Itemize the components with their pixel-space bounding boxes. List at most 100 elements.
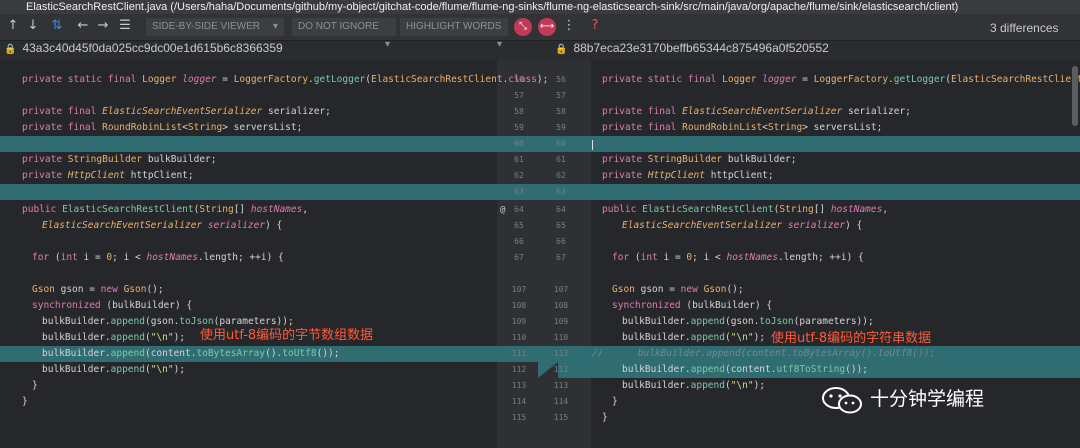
right-line-number: 58 [556, 107, 566, 116]
left-line-number: 110 [511, 333, 527, 342]
differences-count: 3 differences [990, 21, 1059, 35]
text-cursor [592, 140, 593, 150]
right-revision: 🔒 88b7eca23e3170beffb65344c875496a0f52055… [555, 40, 829, 56]
scrollbar-thumb[interactable] [1072, 66, 1078, 126]
right-code-115: } [602, 412, 608, 423]
left-line-number: 112 [511, 365, 527, 374]
right-code-112: bulkBuilder.append(content.utf8ToString(… [622, 364, 868, 375]
left-line-number: 61 [514, 155, 524, 164]
left-line-number: 113 [511, 381, 527, 390]
left-code-110: bulkBuilder.append("\n"); [42, 332, 186, 343]
right-line-number: 65 [556, 221, 566, 230]
right-line-number: 62 [556, 171, 566, 180]
left-line-number: 57 [514, 91, 524, 100]
left-line-number: 66 [514, 237, 524, 246]
right-code-114: } [612, 396, 618, 407]
left-code-61: private StringBuilder bulkBuilder; [22, 154, 217, 165]
left-code-111: bulkBuilder.append(content.toBytesArray(… [42, 348, 340, 359]
right-code-107: Gson gson = new Gson(); [612, 284, 744, 295]
back-arrow-icon[interactable]: ← [76, 18, 90, 34]
right-line-number: 59 [556, 123, 566, 132]
right-line-number: 64 [556, 205, 566, 214]
left-code-108: synchronized (bulkBuilder) { [32, 300, 193, 311]
right-line-number: 56 [556, 75, 566, 84]
list-icon[interactable]: ☰ [118, 18, 132, 34]
left-code-56: private static final Logger logger = Log… [22, 74, 549, 85]
right-code-56: private static final Logger logger = Log… [602, 74, 1080, 85]
left-line-number: 108 [511, 301, 527, 310]
left-code-59: private final RoundRobinList<String> ser… [22, 122, 303, 133]
highlight-dropdown[interactable]: HIGHLIGHT WORDS ▾ [400, 18, 508, 50]
highlight-label: HIGHLIGHT WORDS [406, 21, 502, 32]
changed-row-63 [0, 184, 1080, 200]
left-revision: 🔒 43a3c40d45f0da025cc9dc00e1d615b6c836635… [4, 40, 283, 56]
right-code-59: private final RoundRobinList<String> ser… [602, 122, 883, 133]
right-code-64: public ElasticSearchRestClient(String[] … [602, 204, 889, 215]
right-line-number: 113 [553, 349, 569, 358]
right-code-62: private HttpClient httpClient; [602, 170, 774, 181]
right-line-number: 112 [553, 365, 569, 374]
left-code-64: public ElasticSearchRestClient(String[] … [22, 204, 309, 215]
left-line-number: 62 [514, 171, 524, 180]
left-line-number: 115 [511, 413, 527, 422]
right-revision-hash: 88b7eca23e3170beffb65344c875496a0f520552 [573, 41, 829, 55]
right-code-58: private final ElasticSearchEventSerializ… [602, 106, 911, 117]
right-line-number: 113 [553, 381, 569, 390]
left-code-113: } [32, 380, 38, 391]
changed-row-60 [0, 136, 1080, 152]
window-title: ElasticSearchRestClient.java (/Users/hah… [0, 0, 1080, 14]
left-line-number: 59 [514, 123, 524, 132]
left-line-number: 65 [514, 221, 524, 230]
sync-icon[interactable]: ⇅ [50, 18, 64, 34]
title-text: ElasticSearchRestClient.java (/Users/hah… [26, 1, 959, 13]
right-line-number: 107 [553, 285, 569, 294]
more-icon[interactable]: ⋮ [562, 18, 576, 34]
left-line-number: 114 [511, 397, 527, 406]
viewer-label: SIDE-BY-SIDE VIEWER [152, 21, 260, 32]
right-line-number: 115 [553, 413, 569, 422]
wechat-icon [822, 386, 862, 413]
right-line-number: 61 [556, 155, 566, 164]
left-code-112: bulkBuilder.append("\n"); [42, 364, 186, 375]
right-line-number: 110 [553, 333, 569, 342]
left-line-number: 63 [514, 187, 524, 196]
right-line-number: 63 [556, 187, 566, 196]
left-code-107: Gson gson = new Gson(); [32, 284, 164, 295]
watermark: 十分钟学编程 [820, 384, 984, 414]
left-revision-hash: 43a3c40d45f0da025cc9dc00e1d615b6c8366359 [22, 41, 283, 55]
right-annotation: 使用utf-8编码的字符串数据 [771, 331, 932, 346]
ignore-dropdown[interactable]: DO NOT IGNORE ▾ [292, 18, 396, 50]
left-code-62: private HttpClient httpClient; [22, 170, 194, 181]
right-code-61: private StringBuilder bulkBuilder; [602, 154, 797, 165]
right-code-113: bulkBuilder.append("\n"); [622, 380, 766, 391]
right-line-number: 108 [553, 301, 569, 310]
right-line-number: 114 [553, 397, 569, 406]
help-icon[interactable]: ? [588, 18, 602, 34]
left-code-65: ElasticSearchEventSerializer serializer)… [42, 220, 283, 231]
lock-icon: 🔒 [555, 44, 568, 55]
lock-icon: 🔒 [4, 44, 17, 55]
chevron-down-icon: ▾ [496, 39, 502, 50]
right-line-number: 66 [556, 237, 566, 246]
ignore-label: DO NOT IGNORE [298, 21, 379, 32]
right-code-111: // bulkBuilder.append(content.toBytesArr… [592, 348, 936, 359]
viewer-dropdown[interactable]: SIDE-BY-SIDE VIEWER ▾ [146, 18, 284, 36]
up-arrow-icon[interactable]: ↑ [6, 18, 20, 34]
right-code-108: synchronized (bulkBuilder) { [612, 300, 773, 311]
right-line-number: 67 [556, 253, 566, 262]
right-line-number: 57 [556, 91, 566, 100]
chevron-down-icon: ▾ [272, 21, 278, 32]
down-arrow-icon[interactable]: ↓ [26, 18, 40, 34]
forward-arrow-icon[interactable]: → [96, 18, 110, 34]
diff-magic-icon[interactable]: ⟷ [538, 18, 556, 36]
left-line-number: 58 [514, 107, 524, 116]
right-code-67: for (int i = 0; i < hostNames.length; ++… [612, 252, 864, 263]
left-line-number: 60 [514, 139, 524, 148]
left-line-number: 109 [511, 317, 527, 326]
left-code-114: } [22, 396, 28, 407]
at-sign-marker: @ [500, 205, 506, 215]
collapse-icon[interactable]: ⤡ [514, 18, 532, 36]
left-line-number: 67 [514, 253, 524, 262]
right-line-number: 109 [553, 317, 569, 326]
left-annotation: 使用utf-8编码的字节数组数据 [200, 328, 374, 343]
